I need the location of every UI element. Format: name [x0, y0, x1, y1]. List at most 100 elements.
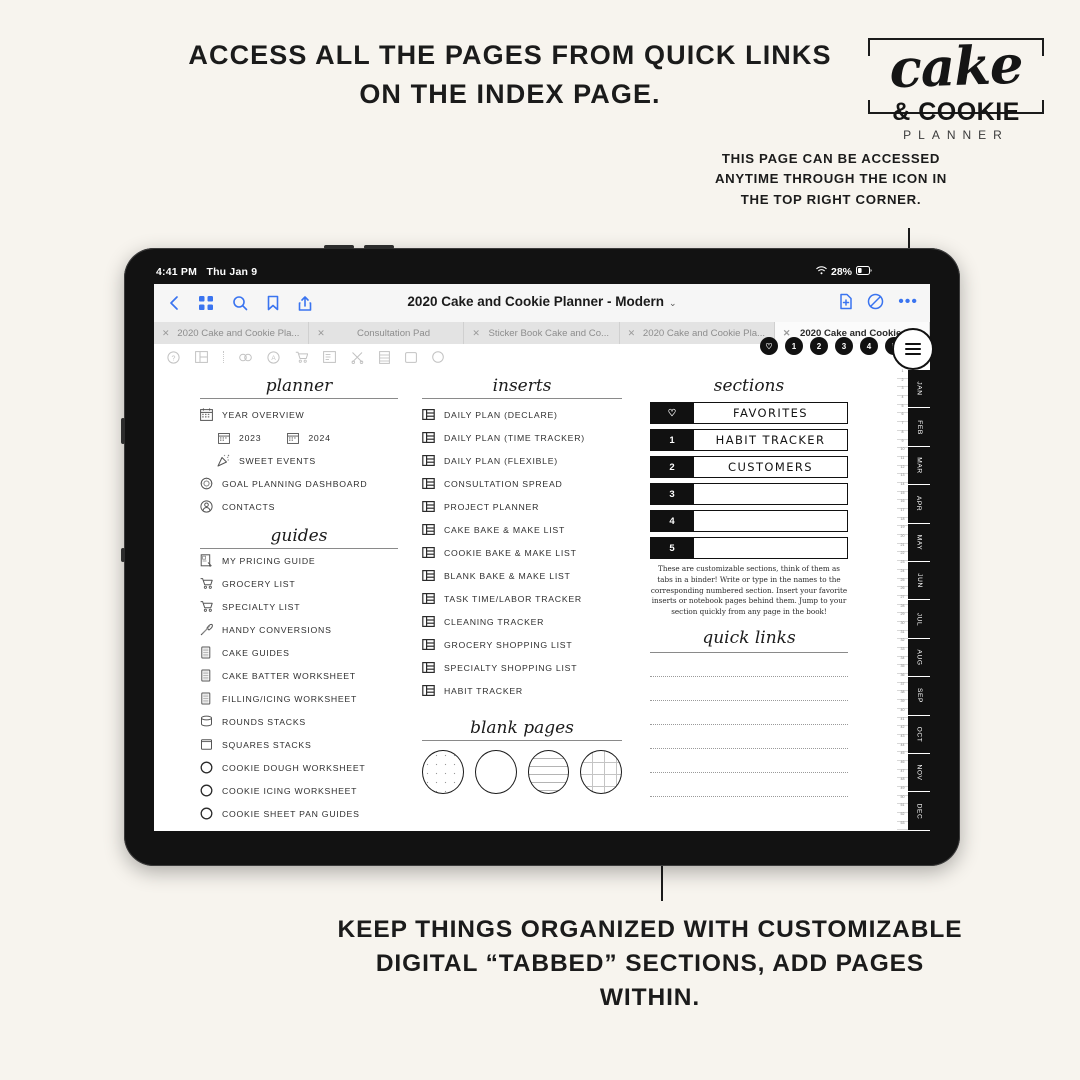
document-tab[interactable]: ✕ Sticker Book Cake and Co...	[464, 322, 620, 344]
index-link-guide[interactable]: CAKE BATTER WORKSHEET	[200, 664, 398, 687]
help-icon[interactable]: ?	[167, 350, 180, 364]
section-name[interactable]	[694, 510, 848, 532]
index-link-insert[interactable]: GROCERY SHOPPING LIST	[422, 633, 622, 656]
blank-page-grid[interactable]	[580, 750, 622, 794]
month-tab-mar[interactable]: MAR	[908, 447, 930, 486]
index-link-insert[interactable]: CLEANING TRACKER	[422, 610, 622, 633]
month-tab-apr[interactable]: APR	[908, 485, 930, 524]
index-link-guide[interactable]: CAKE GUIDES	[200, 641, 398, 664]
index-link-sweet-events[interactable]: SWEET EVENTS	[200, 449, 398, 472]
cart-icon[interactable]	[295, 351, 308, 363]
index-link-guide[interactable]: COOKIE SHEET PAN GUIDES	[200, 802, 398, 825]
pen-icon[interactable]	[239, 351, 252, 364]
quick-link-line[interactable]	[650, 699, 848, 701]
index-link-guide[interactable]: SPECIALTY LIST	[200, 595, 398, 618]
section-row[interactable]: 4	[650, 510, 848, 532]
section-dot[interactable]: 3	[835, 337, 853, 355]
index-link-guide[interactable]: MY PRICING GUIDE	[200, 549, 398, 572]
volume-button-down[interactable]	[364, 245, 394, 249]
quick-link-line[interactable]	[650, 675, 848, 677]
list-icon[interactable]	[379, 350, 390, 364]
close-icon[interactable]: ✕	[162, 328, 170, 339]
note-icon[interactable]	[323, 351, 336, 363]
section-row[interactable]: 1 HABIT TRACKER	[650, 429, 848, 451]
month-tab-oct[interactable]: OCT	[908, 716, 930, 755]
eraser-icon[interactable]	[867, 293, 884, 310]
month-tab-jan[interactable]: JAN	[908, 370, 930, 409]
index-link-insert[interactable]: PROJECT PLANNER	[422, 495, 622, 518]
index-link-insert[interactable]: BLANK BAKE & MAKE LIST	[422, 564, 622, 587]
close-icon[interactable]: ✕	[628, 328, 636, 339]
index-link-insert[interactable]: HABIT TRACKER	[422, 679, 622, 702]
index-link-insert[interactable]: COOKIE BAKE & MAKE LIST	[422, 541, 622, 564]
index-link-guide[interactable]: COOKIE ICING WORKSHEET	[200, 779, 398, 802]
layout-icon[interactable]	[195, 351, 208, 363]
sections-heading-text: sections	[713, 376, 785, 396]
month-tab-aug[interactable]: AUG	[908, 639, 930, 678]
index-link-goal-planning[interactable]: GOAL PLANNING DASHBOARD	[200, 472, 398, 495]
page-number-cell[interactable]: 53	[897, 821, 908, 831]
section-dot[interactable]: 4	[860, 337, 878, 355]
section-row[interactable]: ♡ FAVORITES	[650, 402, 848, 424]
index-link-contacts[interactable]: CONTACTS	[200, 495, 398, 518]
power-button[interactable]	[121, 418, 125, 444]
month-tab-jul[interactable]: JUL	[908, 600, 930, 639]
index-link-insert[interactable]: TASK TIME/LABOR TRACKER	[422, 587, 622, 610]
index-link-guide[interactable]: ROUNDS STACKS	[200, 710, 398, 733]
hamburger-menu-icon[interactable]	[892, 328, 934, 370]
index-link-guide[interactable]: SQUARES STACKS	[200, 733, 398, 756]
square-icon[interactable]	[405, 351, 417, 363]
section-row[interactable]: 3	[650, 483, 848, 505]
quick-link-line[interactable]	[650, 795, 848, 797]
section-name[interactable]: HABIT TRACKER	[694, 429, 848, 451]
section-name[interactable]: FAVORITES	[694, 402, 848, 424]
section-dot[interactable]: 2	[810, 337, 828, 355]
month-tab-feb[interactable]: FEB	[908, 408, 930, 447]
circle-icon[interactable]	[432, 351, 444, 363]
stamp-icon[interactable]: A	[267, 350, 280, 364]
index-link-year-overview[interactable]: YEAR OVERVIEW	[200, 403, 398, 426]
close-icon[interactable]: ✕	[472, 328, 480, 339]
quick-link-line[interactable]	[650, 747, 848, 749]
index-link-guide[interactable]: COOKIE DOUGH WORKSHEET	[200, 756, 398, 779]
section-row[interactable]: 2 CUSTOMERS	[650, 456, 848, 478]
blank-page-lined[interactable]	[527, 750, 570, 794]
index-link-insert[interactable]: DAILY PLAN (TIME TRACKER)	[422, 426, 622, 449]
document-title[interactable]: 2020 Cake and Cookie Planner - Modern ⌄	[154, 294, 930, 309]
volume-button-up[interactable]	[324, 245, 354, 249]
guides-list: MY PRICING GUIDE GROCERY LIST SPECIALTY LI…	[200, 549, 398, 825]
add-page-icon[interactable]	[839, 293, 853, 310]
document-tab[interactable]: ✕ Consultation Pad	[309, 322, 465, 344]
index-link-insert[interactable]: SPECIALTY SHOPPING LIST	[422, 656, 622, 679]
section-name[interactable]	[694, 483, 848, 505]
index-link-years[interactable]: 2023 2024	[200, 426, 398, 449]
quick-link-line[interactable]	[650, 723, 848, 725]
document-tab[interactable]: ✕ 2020 Cake and Cookie Pla...	[154, 322, 310, 344]
index-link-guide[interactable]: HANDY CONVERSIONS	[200, 618, 398, 641]
index-link-insert[interactable]: CONSULTATION SPREAD	[422, 472, 622, 495]
document-tab[interactable]: ✕ 2020 Cake and Cookie Pla...	[619, 322, 775, 344]
blank-page-plain[interactable]	[474, 750, 517, 794]
blank-page-dotted[interactable]	[422, 750, 464, 794]
index-link-insert[interactable]: CAKE BAKE & MAKE LIST	[422, 518, 622, 541]
chevron-down-icon[interactable]: ⌄	[669, 298, 677, 308]
index-link-insert[interactable]: DAILY PLAN (FLEXIBLE)	[422, 449, 622, 472]
section-name[interactable]	[694, 537, 848, 559]
index-link-insert[interactable]: DAILY PLAN (DECLARE)	[422, 403, 622, 426]
month-tab-dec[interactable]: DEC	[908, 792, 930, 831]
more-icon[interactable]: •••	[898, 293, 918, 310]
month-tab-label: FEB	[915, 419, 923, 435]
close-icon[interactable]: ✕	[317, 328, 325, 339]
section-dot[interactable]: ♡	[760, 337, 778, 355]
month-tab-sep[interactable]: SEP	[908, 677, 930, 716]
month-tab-may[interactable]: MAY	[908, 524, 930, 563]
section-row[interactable]: 5	[650, 537, 848, 559]
index-link-guide[interactable]: FILLING/ICING WORKSHEET	[200, 687, 398, 710]
month-tab-nov[interactable]: NOV	[908, 754, 930, 793]
quick-link-line[interactable]	[650, 771, 848, 773]
index-link-guide[interactable]: GROCERY LIST	[200, 572, 398, 595]
month-tab-jun[interactable]: JUN	[908, 562, 930, 601]
section-dot[interactable]: 1	[785, 337, 803, 355]
scissors-icon[interactable]	[351, 351, 364, 364]
section-name[interactable]: CUSTOMERS	[694, 456, 848, 478]
